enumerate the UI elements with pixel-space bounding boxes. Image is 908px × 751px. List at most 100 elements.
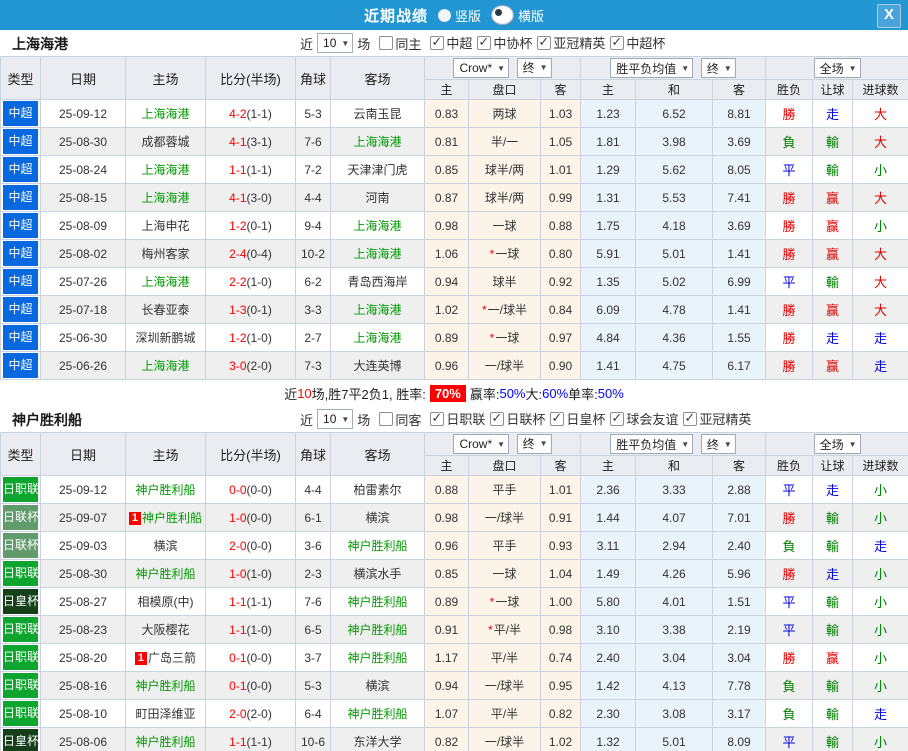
same-venue-option[interactable]: 同客 xyxy=(379,410,421,429)
handicap-away-odds: 0.84 xyxy=(539,295,582,324)
odds-time-select[interactable]: 终 ▼ xyxy=(516,57,552,78)
league-type-cell: 中超 xyxy=(0,351,41,380)
odds-time-select[interactable]: 终 ▼ xyxy=(516,433,552,454)
sub-col-wdl: 胜负 xyxy=(765,455,814,476)
avg-draw-odds: 4.78 xyxy=(635,295,714,324)
handicap-away-odds: 0.90 xyxy=(539,351,582,380)
score-cell: 1-1(1-0) xyxy=(205,615,296,644)
result-handicap: 赢 xyxy=(826,247,840,262)
corner-cell: 6-1 xyxy=(295,503,331,532)
home-team-cell: 1 神户胜利船 xyxy=(125,503,206,532)
handicap-text: 球半 xyxy=(492,275,517,289)
avg-time-select[interactable]: 终 ▼ xyxy=(700,434,736,454)
result-goals-cell: 走 xyxy=(852,323,908,352)
league-checkbox[interactable] xyxy=(610,410,625,426)
avg-lose-odds: 7.78 xyxy=(712,671,767,700)
league-checkbox[interactable] xyxy=(537,34,552,50)
avg-lose-odds: 6.17 xyxy=(712,351,767,380)
league-checkbox[interactable] xyxy=(490,410,505,426)
avg-win-odds: 3.10 xyxy=(580,615,637,644)
away-team-name: 上海海港 xyxy=(353,247,402,261)
corner-cell: 9-4 xyxy=(295,211,331,240)
odds-company-select[interactable]: Crow* ▼ xyxy=(453,58,510,79)
result-goals: 小 xyxy=(874,623,888,638)
league-filter-item[interactable]: 亚冠精英 xyxy=(683,409,751,428)
score-cell: 1-2(0-1) xyxy=(205,211,296,240)
avg-odds-select[interactable]: 胜平负均值 ▼ xyxy=(610,434,694,454)
corner-cell: 7-3 xyxy=(295,351,331,380)
layout-option-horizontal[interactable]: 横版 xyxy=(491,5,544,25)
league-filter-item[interactable]: 亚冠精英 xyxy=(537,33,605,52)
avg-odds-select[interactable]: 胜平负均值 ▼ xyxy=(610,58,694,78)
league-checkbox[interactable] xyxy=(683,410,698,426)
league-checkbox[interactable] xyxy=(477,34,492,50)
home-team-cell: 成都蓉城 xyxy=(125,127,206,156)
home-team-cell: 神户胜利船 xyxy=(125,475,206,504)
layout-option-vertical[interactable]: 竖版 xyxy=(437,6,481,25)
sub-col-avg-draw: 和 xyxy=(635,79,714,100)
match-row: 日职联 25-08-20 1 广岛三箭 0-1(0-0) 3-7 神户胜利船 1.17 平/半 0… xyxy=(0,643,908,672)
league-filter-item[interactable]: 日皇杯 xyxy=(550,409,605,428)
scope-select[interactable]: 全场 ▼ xyxy=(813,434,861,454)
corner-cell: 4-4 xyxy=(295,183,331,212)
result-goals: 走 xyxy=(874,707,888,722)
corner-cell: 7-2 xyxy=(295,155,331,184)
league-type-cell: 中超 xyxy=(0,183,41,212)
result-goals: 大 xyxy=(874,247,888,262)
same-venue-checkbox[interactable] xyxy=(379,36,394,50)
match-count-select[interactable]: 10 ▼ xyxy=(317,409,354,429)
avg-draw-odds: 4.01 xyxy=(635,587,714,616)
away-team-name: 上海海港 xyxy=(353,303,402,317)
result-goals-cell: 小 xyxy=(852,475,908,504)
league-checkbox[interactable] xyxy=(430,410,445,426)
away-team-name: 横滨 xyxy=(365,679,390,693)
fulltime-score: 0-1 xyxy=(229,650,247,665)
team-section-away: 神户胜利船 近 10▼ 场 同客 日职联日联杯日皇杯球会友谊亚冠精英 类型 日期… xyxy=(0,406,908,751)
same-venue-option[interactable]: 同主 xyxy=(379,34,421,53)
recent-results-panel: 近期战绩 竖版 横版 X 上海海港 近 10▼ 场 同主 中超中协杯亚冠精英中超… xyxy=(0,0,908,751)
summary-segment: 单率: xyxy=(568,386,598,402)
league-filter-item[interactable]: 中超杯 xyxy=(610,33,665,52)
league-filter-item[interactable]: 日联杯 xyxy=(490,409,545,428)
radio-horizontal-icon[interactable] xyxy=(491,5,514,25)
result-goals: 小 xyxy=(874,567,888,582)
away-team-cell: 上海海港 xyxy=(330,295,425,324)
away-team-name: 上海海港 xyxy=(353,135,402,149)
corner-cell: 5-3 xyxy=(295,671,331,700)
avg-draw-odds: 4.07 xyxy=(635,503,714,532)
match-count-select[interactable]: 10 ▼ xyxy=(317,33,354,53)
league-type-badge: 中超 xyxy=(3,297,38,322)
league-checkbox[interactable] xyxy=(610,34,625,50)
handicap-away-odds: 0.80 xyxy=(539,239,582,268)
away-team-name: 东洋大学 xyxy=(353,735,402,749)
odds-company-select[interactable]: Crow* ▼ xyxy=(453,434,510,455)
avg-time-select[interactable]: 终 ▼ xyxy=(700,58,736,78)
league-filter-item[interactable]: 日职联 xyxy=(430,409,485,428)
league-filter-item[interactable]: 中协杯 xyxy=(477,33,532,52)
league-filter-item[interactable]: 球会友谊 xyxy=(610,409,678,428)
corner-cell: 7-6 xyxy=(295,587,331,616)
result-handicap-cell: 走 xyxy=(812,559,854,588)
handicap-away-odds: 1.03 xyxy=(539,99,582,128)
away-team-cell: 东洋大学 xyxy=(330,727,425,751)
league-filter-item[interactable]: 中超 xyxy=(430,33,472,52)
close-icon[interactable]: X xyxy=(877,4,901,28)
result-goals: 小 xyxy=(874,511,888,526)
league-type-cell: 中超 xyxy=(0,323,41,352)
home-team-name: 梅州客家 xyxy=(141,247,190,261)
league-checkbox[interactable] xyxy=(430,34,445,50)
league-type-badge: 日职联 xyxy=(3,701,39,726)
radio-vertical-icon[interactable] xyxy=(437,8,451,22)
handicap-home-odds: 0.94 xyxy=(424,267,469,296)
scope-select[interactable]: 全场 ▼ xyxy=(813,58,861,78)
halftime-score: (0-0) xyxy=(246,678,272,693)
result-handicap: 走 xyxy=(826,567,840,582)
same-venue-checkbox[interactable] xyxy=(379,412,394,426)
result-goals: 走 xyxy=(874,539,888,554)
match-date: 25-09-12 xyxy=(40,99,126,128)
league-checkbox[interactable] xyxy=(550,410,565,426)
chevron-down-icon: ▼ xyxy=(497,63,506,73)
result-goals-cell: 走 xyxy=(852,531,908,560)
match-date: 25-08-30 xyxy=(40,559,126,588)
handicap-away-odds: 1.01 xyxy=(539,155,582,184)
